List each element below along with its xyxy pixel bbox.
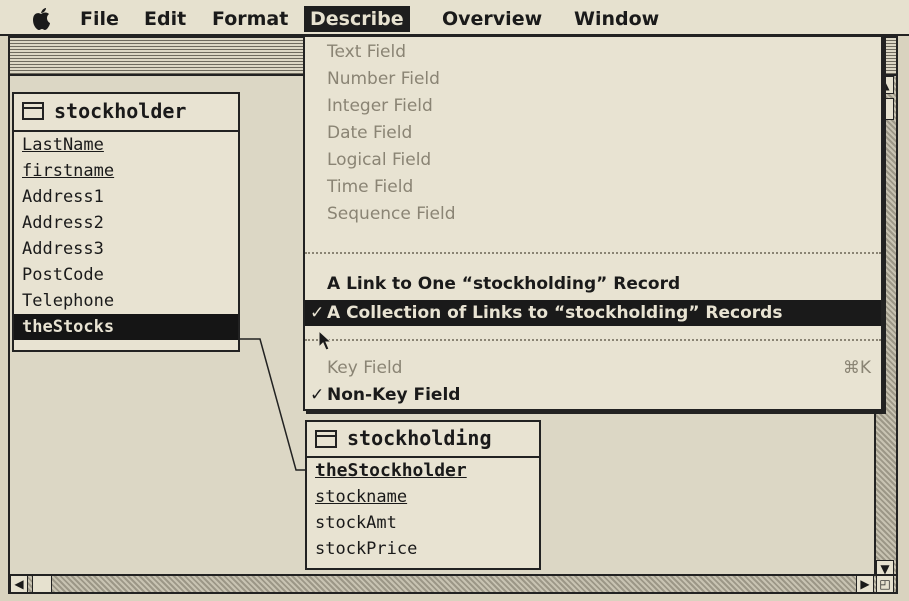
entity-title: stockholder — [54, 99, 187, 123]
field-thestockholder[interactable]: theStockholder — [307, 458, 539, 484]
field-address3[interactable]: Address3 — [14, 236, 238, 262]
describe-menu: Text Field Number Field Integer Field Da… — [303, 35, 883, 411]
menu-item-key-field[interactable]: Key Field ⌘K — [305, 355, 881, 381]
field-thestocks[interactable]: theStocks — [14, 314, 238, 340]
checkmark-icon: ✓ — [310, 385, 325, 405]
field-firstname[interactable]: firstname — [14, 158, 238, 184]
entity-header[interactable]: stockholder — [14, 94, 238, 132]
field-telephone[interactable]: Telephone — [14, 288, 238, 314]
mouse-pointer-icon — [318, 330, 333, 351]
entity-title: stockholding — [347, 426, 492, 450]
field-stockname[interactable]: stockname — [307, 484, 539, 510]
menu-item-integer-field[interactable]: Integer Field — [305, 93, 881, 119]
menu-item-non-key-field[interactable]: ✓ Non-Key Field — [305, 382, 881, 408]
menu-item-date-field[interactable]: Date Field — [305, 120, 881, 146]
menu-item-sequence-field[interactable]: Sequence Field — [305, 201, 881, 227]
menu-item-text-field[interactable]: Text Field — [305, 39, 881, 65]
menu-item-label: Non-Key Field — [327, 385, 461, 405]
entity-stockholder[interactable]: stockholder LastName firstname Address1 … — [12, 92, 240, 352]
menu-item-number-field[interactable]: Number Field — [305, 66, 881, 92]
menu-separator — [305, 339, 881, 341]
menu-item-link-to-one[interactable]: A Link to One “stockholding” Record — [305, 271, 881, 297]
field-address2[interactable]: Address2 — [14, 210, 238, 236]
menu-item-logical-field[interactable]: Logical Field — [305, 147, 881, 173]
field-stockprice[interactable]: stockPrice — [307, 536, 539, 562]
entity-header[interactable]: stockholding — [307, 422, 539, 458]
field-address1[interactable]: Address1 — [14, 184, 238, 210]
entity-stockholding[interactable]: stockholding theStockholder stockname st… — [305, 420, 541, 570]
field-postcode[interactable]: PostCode — [14, 262, 238, 288]
window-icon — [315, 430, 337, 448]
menu-item-label: A Collection of Links to “stockholding” … — [327, 303, 783, 323]
field-stockamt[interactable]: stockAmt — [307, 510, 539, 536]
menu-separator — [305, 252, 881, 254]
command-key-icon: ⌘K — [842, 358, 871, 378]
checkmark-icon: ✓ — [310, 303, 325, 323]
window-icon — [22, 102, 44, 120]
menu-item-label: Key Field — [327, 358, 403, 378]
menu-item-time-field[interactable]: Time Field — [305, 174, 881, 200]
field-lastname[interactable]: LastName — [14, 132, 238, 158]
menu-item-link-collection[interactable]: ✓ A Collection of Links to “stockholding… — [305, 300, 881, 326]
